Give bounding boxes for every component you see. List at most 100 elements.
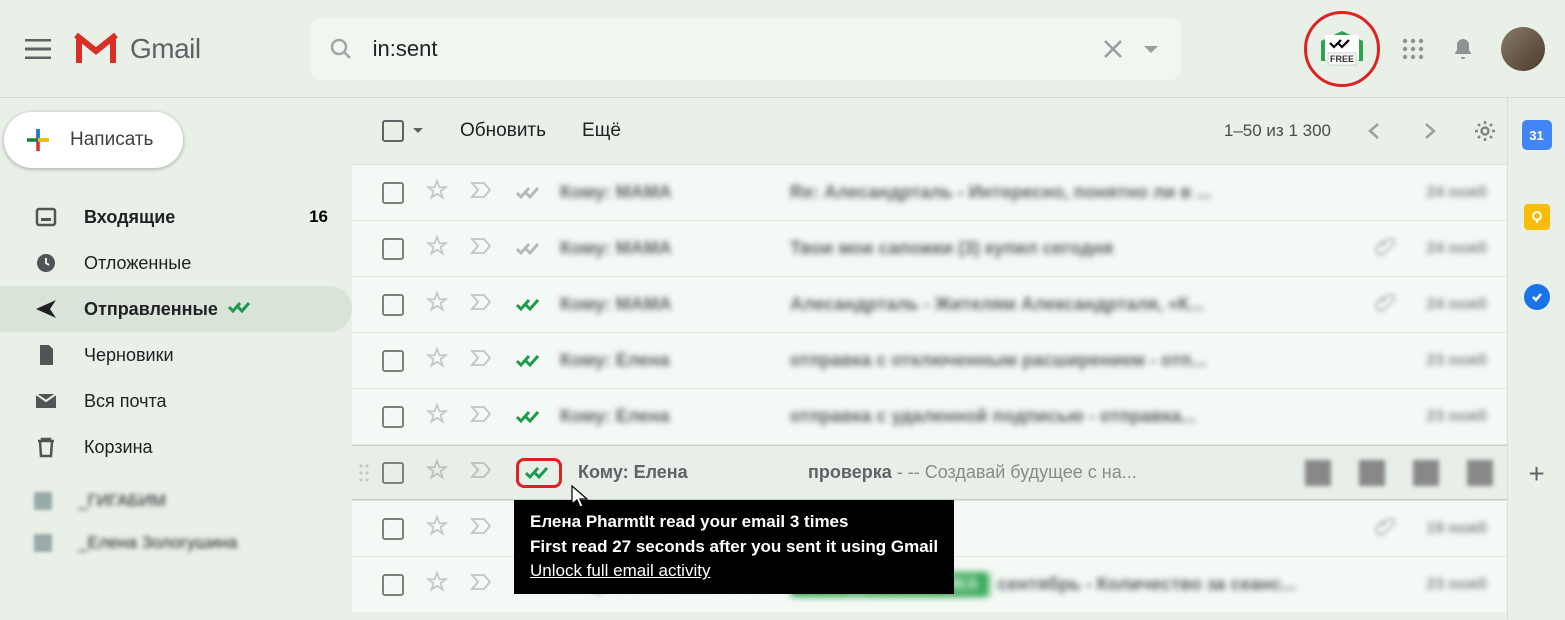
calendar-addon-icon[interactable]: 31 bbox=[1522, 120, 1552, 150]
message-row[interactable]: Кому: МАМАRe: Алесандрталь - Интересно, … bbox=[352, 164, 1507, 220]
star-icon[interactable] bbox=[426, 403, 448, 430]
compose-button[interactable]: Написать bbox=[4, 112, 183, 168]
nav-drafts[interactable]: Черновики bbox=[0, 332, 352, 378]
header-actions: FREE bbox=[1309, 16, 1545, 82]
row-date: 24 нояб bbox=[1397, 296, 1487, 314]
row-sender: Кому: Елена bbox=[560, 350, 790, 371]
account-avatar[interactable] bbox=[1501, 27, 1545, 71]
row-subject: Алесандрталь - Жителям Александрталя, «К… bbox=[790, 294, 1365, 315]
keep-addon-icon[interactable] bbox=[1524, 204, 1550, 230]
select-all-checkbox[interactable] bbox=[382, 120, 404, 142]
importance-icon[interactable] bbox=[470, 293, 494, 316]
attachment-icon bbox=[1375, 236, 1397, 261]
more-button[interactable]: Ещё bbox=[582, 120, 621, 142]
importance-icon[interactable] bbox=[470, 573, 494, 596]
row-date: 24 нояб bbox=[1397, 184, 1487, 202]
row-checkbox[interactable] bbox=[382, 350, 404, 372]
importance-icon[interactable] bbox=[470, 237, 494, 260]
star-icon[interactable] bbox=[426, 179, 448, 206]
archive-icon[interactable] bbox=[1305, 460, 1331, 486]
mailtrack-double-check-icon[interactable] bbox=[516, 409, 544, 425]
row-date: 23 нояб bbox=[1397, 408, 1487, 426]
star-icon[interactable] bbox=[426, 235, 448, 262]
label-icon bbox=[34, 492, 52, 510]
tooltip-unlock-link[interactable]: Unlock full email activity bbox=[530, 559, 938, 584]
double-check-icon bbox=[228, 299, 254, 320]
row-checkbox[interactable] bbox=[382, 462, 404, 484]
star-icon[interactable] bbox=[426, 347, 448, 374]
prev-page-icon[interactable] bbox=[1365, 121, 1385, 141]
refresh-button[interactable]: Обновить bbox=[460, 120, 546, 142]
nav-trash[interactable]: Корзина bbox=[0, 424, 352, 470]
row-checkbox[interactable] bbox=[382, 238, 404, 260]
row-date: 23 нояб bbox=[1397, 352, 1487, 370]
star-icon[interactable] bbox=[426, 515, 448, 542]
importance-icon[interactable] bbox=[470, 517, 494, 540]
drag-handle-icon[interactable] bbox=[358, 463, 370, 483]
message-row[interactable]: Кому: Еленаотправка с отключенным расшир… bbox=[352, 332, 1507, 388]
add-addon-icon[interactable]: + bbox=[1528, 458, 1544, 490]
gmail-logo[interactable]: Gmail bbox=[72, 31, 201, 67]
nav-labels: _ГИГАБИМ _Елена Зологушина bbox=[0, 480, 352, 564]
mailtrack-tooltip: Елена PharmtIt read your email 3 times F… bbox=[514, 500, 954, 594]
nav-label-item[interactable]: _Елена Зологушина bbox=[0, 522, 352, 564]
message-row[interactable]: Кому: МАМАТвои мои сапожки (3) купил сег… bbox=[352, 220, 1507, 276]
settings-gear-icon[interactable] bbox=[1473, 119, 1497, 143]
mailtrack-extension-badge[interactable]: FREE bbox=[1309, 16, 1375, 82]
delete-icon[interactable] bbox=[1359, 460, 1385, 486]
row-date: 24 нояб bbox=[1397, 240, 1487, 258]
next-page-icon[interactable] bbox=[1419, 121, 1439, 141]
row-checkbox[interactable] bbox=[382, 406, 404, 428]
chevron-down-icon[interactable] bbox=[1139, 37, 1163, 61]
sidebar: Написать Входящие 16 Отложенные Отправле… bbox=[0, 98, 352, 620]
nav-sent[interactable]: Отправленные bbox=[0, 286, 352, 332]
nav-snoozed[interactable]: Отложенные bbox=[0, 240, 352, 286]
snooze-icon[interactable] bbox=[1467, 460, 1493, 486]
row-checkbox[interactable] bbox=[382, 182, 404, 204]
nav-inbox[interactable]: Входящие 16 bbox=[0, 194, 352, 240]
message-row[interactable]: Кому: МАМААлесандрталь - Жителям Алексан… bbox=[352, 276, 1507, 332]
mailtrack-double-check-icon[interactable] bbox=[516, 458, 562, 488]
select-all-dropdown-icon[interactable] bbox=[412, 127, 424, 135]
star-icon[interactable] bbox=[426, 459, 448, 486]
close-icon[interactable] bbox=[1101, 37, 1125, 61]
nav-allmail[interactable]: Вся почта bbox=[0, 378, 352, 424]
mailtrack-double-check-icon[interactable] bbox=[516, 185, 544, 201]
label-icon bbox=[34, 534, 52, 552]
addon-sidebar: 31 + bbox=[1507, 98, 1565, 620]
header: Gmail FREE bbox=[0, 0, 1565, 98]
notifications-icon[interactable] bbox=[1451, 37, 1475, 61]
attachment-icon bbox=[1375, 516, 1397, 541]
importance-icon[interactable] bbox=[470, 349, 494, 372]
row-checkbox[interactable] bbox=[382, 294, 404, 316]
search-input[interactable] bbox=[353, 36, 1087, 62]
mailtrack-double-check-icon[interactable] bbox=[516, 297, 544, 313]
menu-icon[interactable] bbox=[14, 25, 62, 73]
row-date: 19 нояб bbox=[1397, 520, 1487, 538]
importance-icon[interactable] bbox=[470, 181, 494, 204]
star-icon[interactable] bbox=[426, 571, 448, 598]
row-sender: Кому: МАМА bbox=[560, 294, 790, 315]
mail-icon bbox=[34, 389, 58, 413]
apps-grid-icon[interactable] bbox=[1401, 37, 1425, 61]
nav-label-item[interactable]: _ГИГАБИМ bbox=[0, 480, 352, 522]
mailtrack-double-check-icon[interactable] bbox=[516, 353, 544, 369]
message-row[interactable]: Кому: Еленаотправка с удаленной подписью… bbox=[352, 388, 1507, 444]
brand-name: Gmail bbox=[130, 33, 201, 65]
row-checkbox[interactable] bbox=[382, 574, 404, 596]
row-subject: Re: Алесандрталь - Интересно, понятно ли… bbox=[790, 182, 1397, 203]
attachment-icon bbox=[1375, 292, 1397, 317]
star-icon[interactable] bbox=[426, 291, 448, 318]
row-checkbox[interactable] bbox=[382, 518, 404, 540]
compose-label: Написать bbox=[70, 129, 153, 151]
importance-icon[interactable] bbox=[470, 461, 494, 484]
tasks-addon-icon[interactable] bbox=[1524, 284, 1550, 310]
mailtrack-double-check-icon[interactable] bbox=[516, 241, 544, 257]
message-row[interactable]: Кому: Еленапроверка - -- Создавай будуще… bbox=[352, 444, 1507, 500]
inbox-icon bbox=[34, 205, 58, 229]
mark-read-icon[interactable] bbox=[1413, 460, 1439, 486]
search-bar[interactable] bbox=[311, 18, 1181, 80]
row-subject: Твои мои сапожки (3) купил сегодня bbox=[790, 238, 1365, 259]
pagination-count: 1–50 из 1 300 bbox=[1224, 121, 1331, 141]
importance-icon[interactable] bbox=[470, 405, 494, 428]
